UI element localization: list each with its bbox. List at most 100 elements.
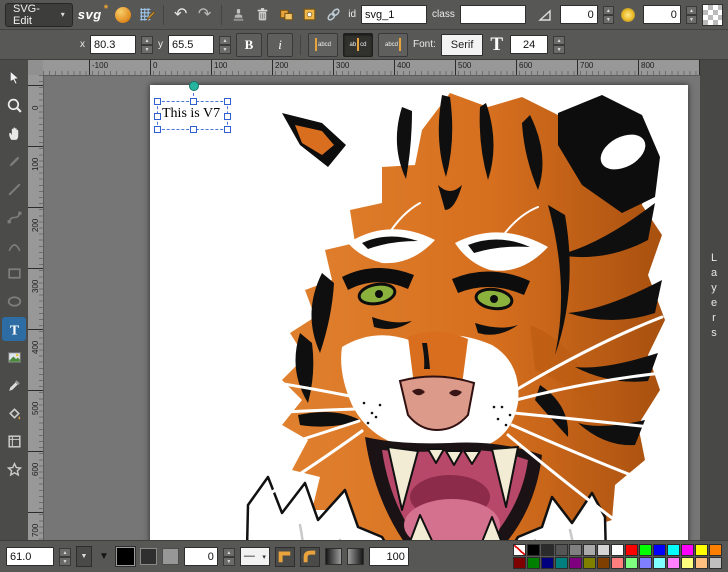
palette-swatch[interactable] [681,544,694,556]
palette-swatch[interactable] [597,544,610,556]
palette-swatch[interactable] [611,557,624,569]
class-input[interactable] [460,5,526,24]
delete-button[interactable] [253,5,272,25]
palette-none-swatch[interactable] [513,544,526,556]
resize-handle-n[interactable] [190,98,197,105]
eyedropper-tool[interactable] [2,373,26,397]
palette-popup-icon[interactable]: ▼ [99,551,109,562]
stroke-color-swatch[interactable] [140,548,157,565]
palette-swatch[interactable] [555,557,568,569]
palette-swatch[interactable] [639,557,652,569]
blur-spinner[interactable]: ▲ ▼ [686,6,697,24]
document-properties-button[interactable] [138,5,157,25]
spinner-up-icon[interactable]: ▲ [223,548,235,557]
clone-button[interactable] [229,5,248,25]
palette-swatch[interactable] [583,544,596,556]
stroke-width-spinner[interactable]: ▲ ▼ [223,548,235,566]
stroke-linecap-button[interactable] [300,547,320,567]
palette-swatch[interactable] [639,544,652,556]
text-anchor-end-button[interactable]: abcd [378,33,408,57]
zoom-tool[interactable] [2,93,26,117]
image-tool[interactable] [2,345,26,369]
text-tool[interactable]: T [2,317,26,341]
svg-canvas[interactable]: This is V7 [150,85,688,540]
spinner-up-icon[interactable]: ▲ [59,548,71,557]
palette-swatch[interactable] [709,557,722,569]
spinner-up-icon[interactable]: ▲ [553,36,565,45]
spinner-down-icon[interactable]: ▼ [59,557,71,566]
font-size-spinner[interactable]: ▲ ▼ [553,36,565,54]
stroke-style-select[interactable]: — ▾ [240,547,270,566]
palette-swatch[interactable] [583,557,596,569]
opacity-gradient-icon[interactable] [325,548,342,565]
make-link-button[interactable] [324,5,343,25]
palette-swatch[interactable] [555,544,568,556]
pan-tool[interactable] [2,121,26,145]
layers-panel-tab[interactable]: Layers [700,60,728,540]
redo-button[interactable]: ↷ [195,5,214,25]
palette-swatch[interactable] [709,544,722,556]
select-tool[interactable] [2,65,26,89]
main-menu-button[interactable]: SVG-Edit ▾ [5,3,73,27]
font-family-button[interactable]: Serif [441,34,484,56]
spinner-up-icon[interactable]: ▲ [141,36,153,45]
ellipse-tool[interactable] [2,289,26,313]
palette-swatch[interactable] [667,544,680,556]
resize-handle-sw[interactable] [154,126,161,133]
spinner-up-icon[interactable]: ▲ [603,6,614,15]
rotate-handle[interactable] [189,81,199,91]
id-input[interactable] [361,5,427,24]
selection-box[interactable]: This is V7 [157,101,228,130]
font-size-input[interactable] [510,35,548,54]
workspace[interactable]: This is V7 [43,75,700,540]
undo-button[interactable]: ↶ [171,5,190,25]
pencil-tool[interactable] [2,149,26,173]
blur-input[interactable] [643,5,681,24]
x-spinner[interactable]: ▲ ▼ [141,36,153,54]
text-element[interactable]: This is V7 [162,106,220,122]
palette-swatch[interactable] [527,544,540,556]
rect-tool[interactable] [2,261,26,285]
palette-swatch[interactable] [527,557,540,569]
text-anchor-start-button[interactable]: abcd [308,33,338,57]
spinner-up-icon[interactable]: ▲ [219,36,231,45]
spinner-down-icon[interactable]: ▼ [141,45,153,54]
group-button[interactable] [277,5,296,25]
source-editor-button[interactable] [114,5,133,25]
palette-swatch[interactable] [625,544,638,556]
zoom-spinner[interactable]: ▲ ▼ [59,548,71,566]
italic-button[interactable]: i [267,33,293,57]
palette-swatch[interactable] [681,557,694,569]
resize-handle-se[interactable] [224,126,231,133]
palette-swatch[interactable] [653,557,666,569]
stroke-width-input[interactable] [184,547,218,566]
fill-stroke-toggle[interactable] [162,548,179,565]
resize-handle-w[interactable] [154,113,161,120]
zoom-input[interactable] [6,547,54,566]
palette-swatch[interactable] [653,544,666,556]
resize-handle-s[interactable] [190,126,197,133]
opacity-gradient-reverse-icon[interactable] [347,548,364,565]
paint-tool[interactable] [2,401,26,425]
resize-handle-e[interactable] [224,113,231,120]
convert-to-path-button[interactable] [301,5,320,25]
palette-swatch[interactable] [667,557,680,569]
palette-swatch[interactable] [569,544,582,556]
zoom-dropdown-button[interactable]: ▼ [76,546,92,567]
palette-swatch[interactable] [569,557,582,569]
spinner-down-icon[interactable]: ▼ [686,15,697,24]
palette-swatch[interactable] [611,544,624,556]
palette-swatch[interactable] [625,557,638,569]
library-tool[interactable] [2,429,26,453]
y-input[interactable] [168,35,214,54]
star-tool[interactable] [2,457,26,481]
palette-swatch[interactable] [597,557,610,569]
palette-swatch[interactable] [541,557,554,569]
palette-swatch[interactable] [541,544,554,556]
alpha-checkerboard-icon[interactable] [702,4,723,26]
x-input[interactable] [90,35,136,54]
spinner-up-icon[interactable]: ▲ [686,6,697,15]
fill-color-swatch[interactable] [116,547,135,566]
palette-swatch[interactable] [513,557,526,569]
palette-swatch[interactable] [695,544,708,556]
